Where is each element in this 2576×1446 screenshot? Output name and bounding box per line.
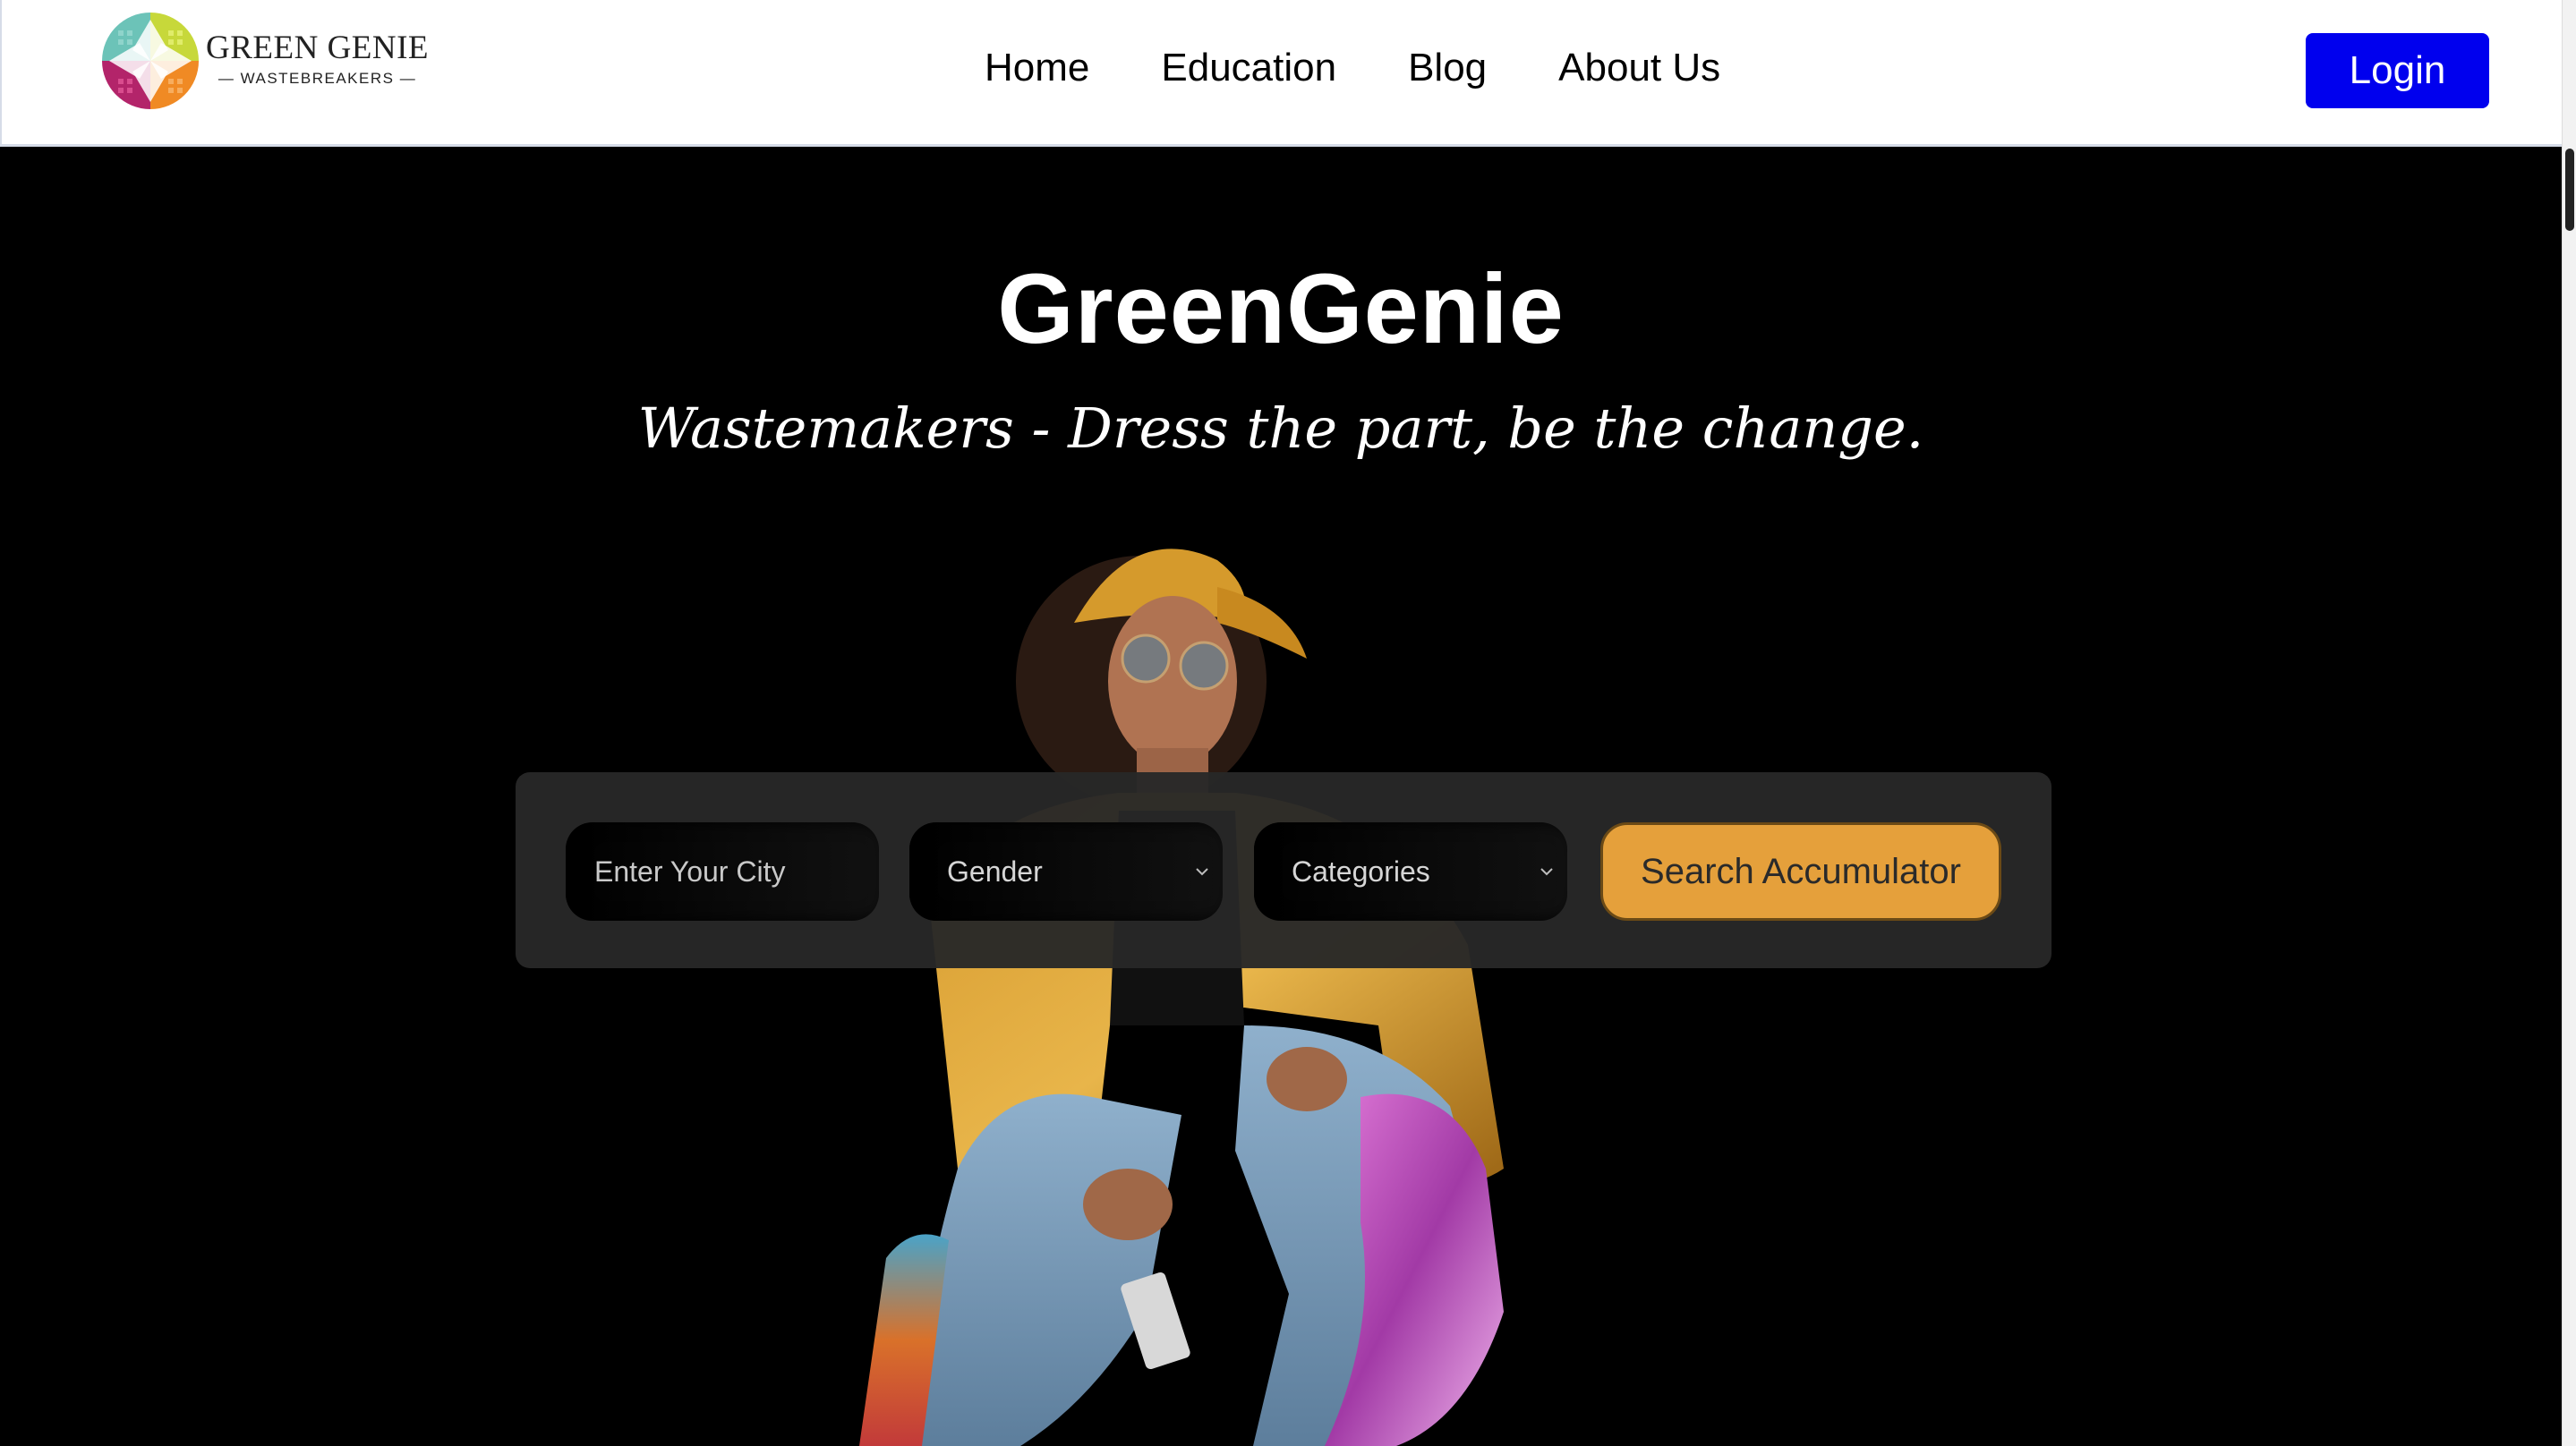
gender-select[interactable]: Gender: [909, 822, 1223, 921]
categories-select[interactable]: Categories: [1254, 822, 1567, 921]
chevron-down-icon: [1540, 868, 1553, 876]
categories-select-value: Categories: [1292, 855, 1430, 888]
search-accumulator-button[interactable]: Search Accumulator: [1600, 822, 2001, 921]
page-scrollbar-thumb[interactable]: [2565, 149, 2574, 231]
search-panel: Enter Your City Gender Categories Search…: [516, 772, 2051, 968]
nav-link-blog[interactable]: Blog: [1408, 39, 1487, 97]
nav-link-about-us[interactable]: About Us: [1558, 39, 1720, 97]
nav-link-education[interactable]: Education: [1161, 39, 1336, 97]
brand-name: GREEN GENIE: [206, 30, 430, 66]
brand-subtitle: — WASTEBREAKERS —: [218, 70, 417, 87]
hero-model-image: [859, 549, 1504, 1446]
hero-section: GreenGenie Wastemakers - Dress the part,…: [0, 149, 2562, 1446]
top-navbar: GREEN GENIE — WASTEBREAKERS — Home Educa…: [0, 0, 2562, 147]
green-genie-logo-icon: [102, 13, 199, 109]
city-input[interactable]: Enter Your City: [566, 822, 879, 921]
gender-select-value: Gender: [947, 855, 1043, 888]
hero-tagline: Wastemakers - Dress the part, be the cha…: [637, 396, 1924, 461]
login-button[interactable]: Login: [2306, 33, 2489, 108]
hero-title: GreenGenie: [997, 254, 1565, 364]
nav-link-home[interactable]: Home: [985, 39, 1089, 97]
brand-logo[interactable]: GREEN GENIE — WASTEBREAKERS —: [100, 11, 429, 111]
brand-wordmark: GREEN GENIE — WASTEBREAKERS —: [206, 30, 429, 88]
main-nav: Home Education Blog About Us: [985, 39, 1792, 97]
chevron-down-icon: [1196, 868, 1208, 876]
